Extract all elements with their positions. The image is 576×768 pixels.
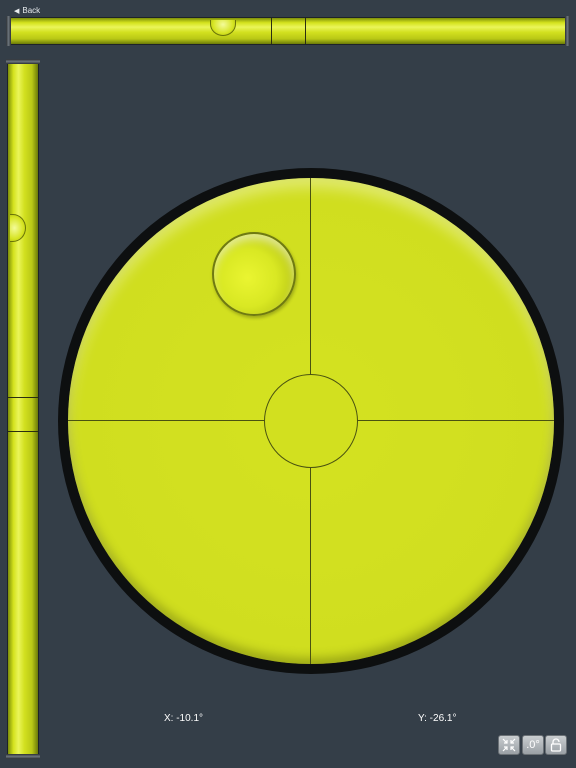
vertical-level [6, 59, 40, 759]
horizontal-level-bubble [210, 20, 236, 36]
horizontal-level-right-cap [565, 16, 570, 46]
horizontal-level-mark-right [305, 18, 306, 44]
back-label: Back [22, 6, 41, 15]
center-target-ring [264, 374, 358, 468]
bullseye-level [58, 168, 564, 674]
horizontal-level-mark-left [271, 18, 272, 44]
bullseye-face [68, 178, 554, 664]
x-angle-readout: X: -10.1° [164, 713, 204, 724]
triangle-left-icon: ◀ [14, 7, 20, 15]
vertical-level-bubble [10, 214, 26, 242]
vertical-level-mark-top [8, 397, 38, 398]
horizontal-level [6, 16, 570, 46]
vertical-level-mark-bottom [8, 431, 38, 432]
precision-label: .0° [526, 739, 540, 751]
horizontal-level-tube [11, 17, 565, 45]
y-angle-readout: Y: -26.1° [418, 713, 457, 724]
lock-button[interactable] [545, 735, 567, 755]
spirit-level-screen: ◀ Back X: -10.1° Y: -26.1° .0° [0, 0, 576, 768]
unlock-icon [550, 738, 562, 752]
precision-button[interactable]: .0° [522, 735, 544, 755]
compress-arrows-icon [502, 738, 516, 752]
bullseye-bubble [212, 232, 296, 316]
calibrate-button[interactable] [498, 735, 520, 755]
vertical-level-bottom-cap [6, 754, 40, 759]
vertical-level-tube [7, 64, 39, 754]
back-button[interactable]: ◀ Back [14, 6, 40, 15]
